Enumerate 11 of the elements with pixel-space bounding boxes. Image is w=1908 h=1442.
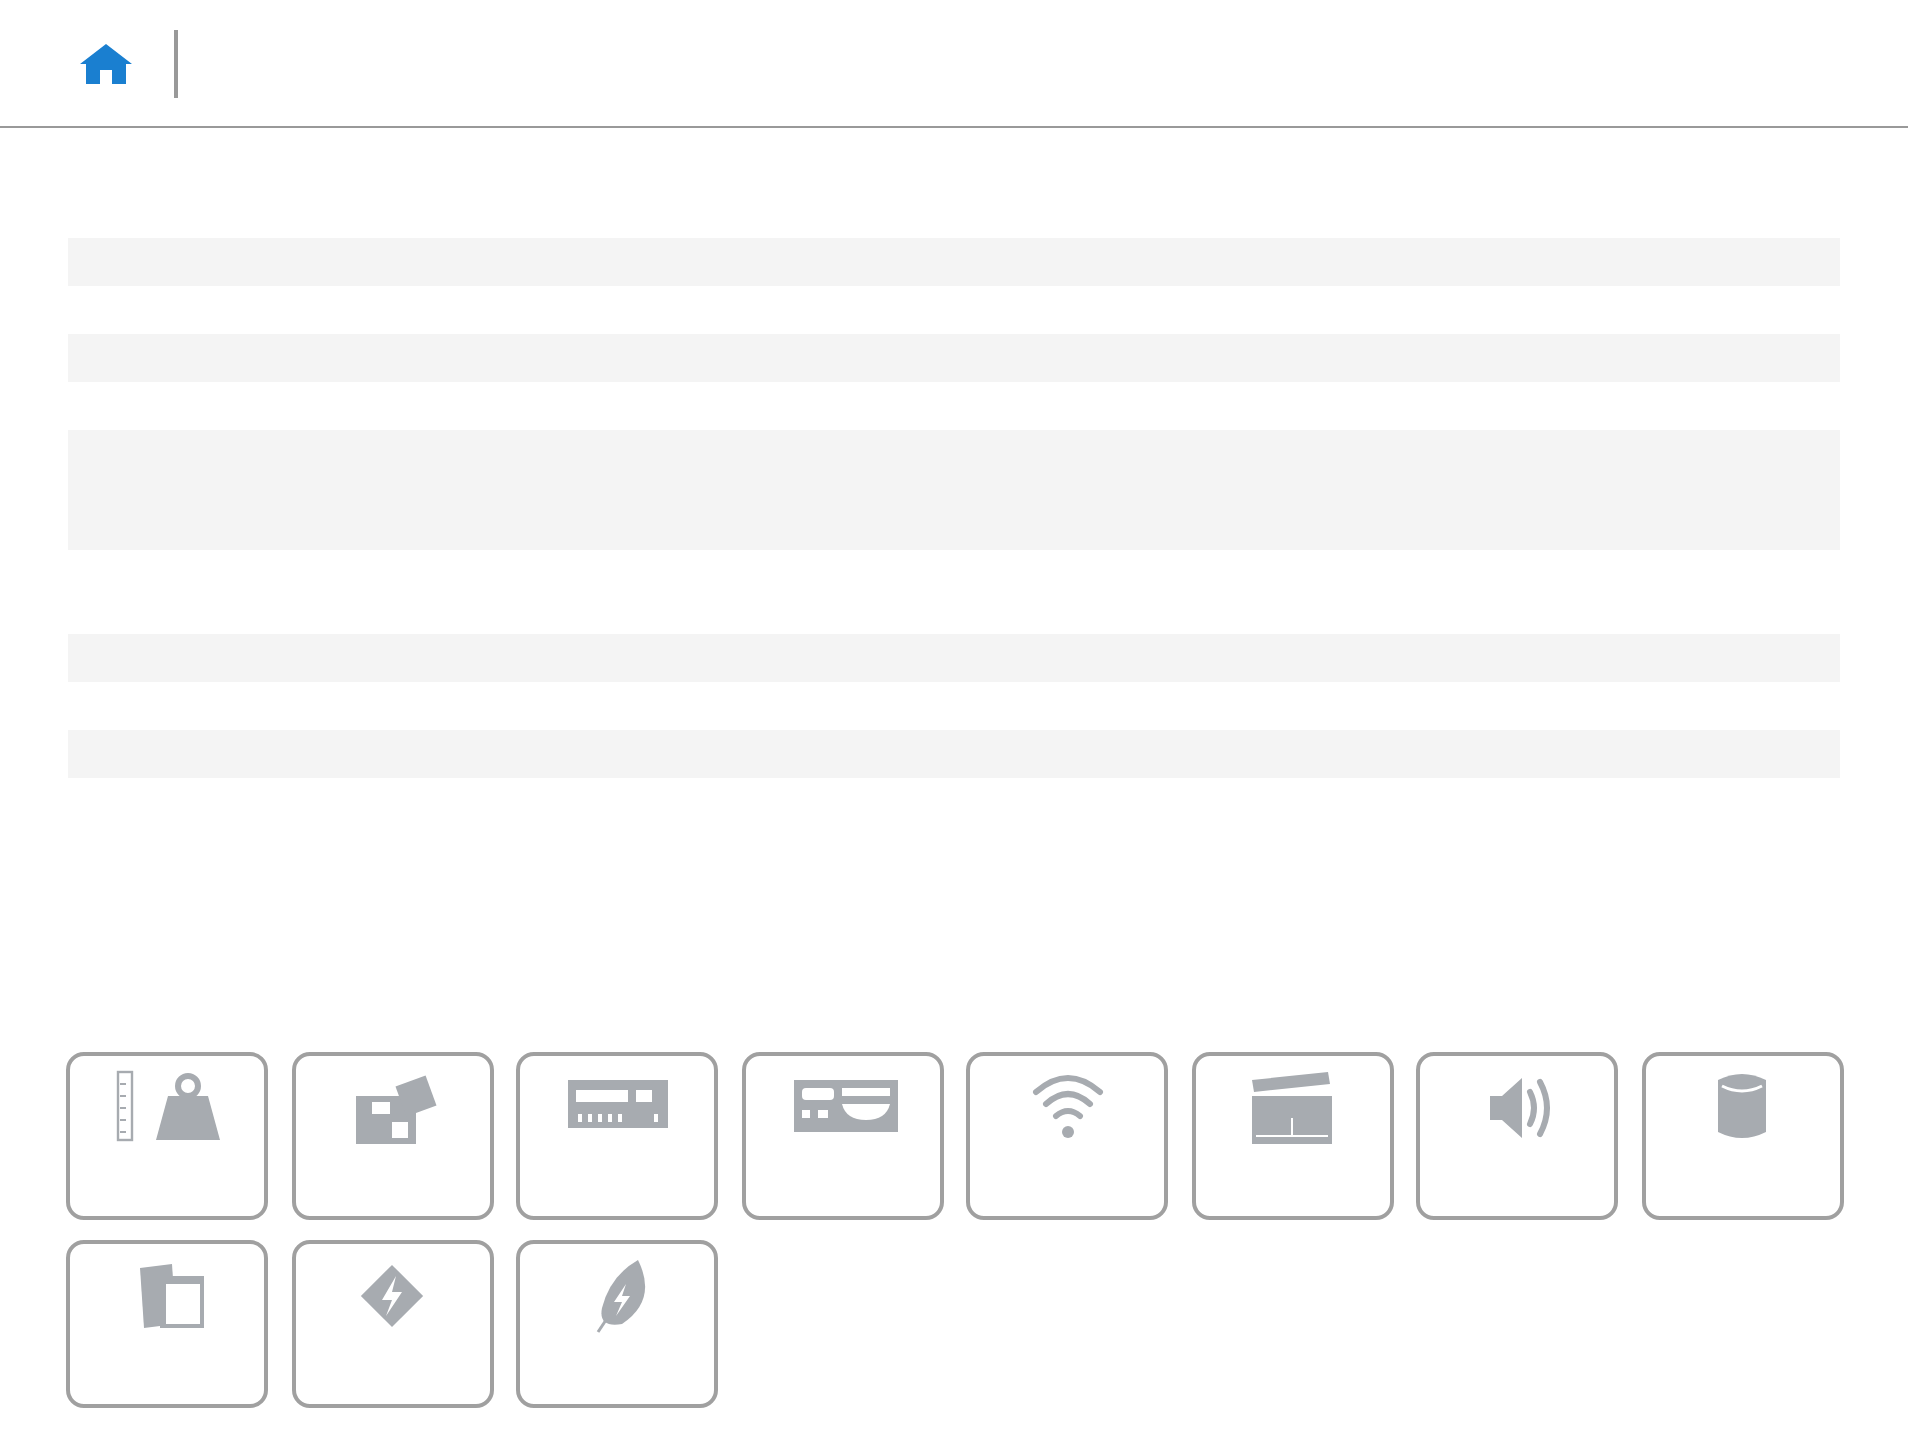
feature-tile[interactable] (1416, 1052, 1618, 1220)
feature-tile[interactable] (66, 1052, 268, 1220)
feature-tile[interactable] (516, 1052, 718, 1220)
feature-tile[interactable] (66, 1240, 268, 1408)
feature-tile[interactable] (741, 1052, 943, 1220)
feature-tile[interactable] (966, 1052, 1168, 1220)
feature-tile[interactable] (516, 1240, 718, 1408)
feature-tile[interactable] (291, 1240, 493, 1408)
feature-tile[interactable] (291, 1052, 493, 1220)
feature-tile[interactable] (1191, 1052, 1393, 1220)
feature-tile[interactable] (1641, 1052, 1843, 1220)
